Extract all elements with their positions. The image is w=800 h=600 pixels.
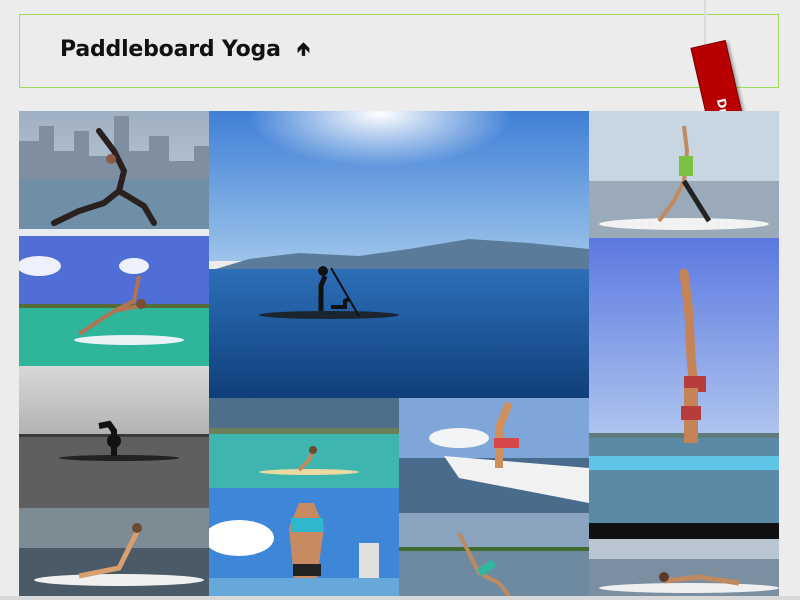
photo-wild-thing-shore[interactable] bbox=[399, 513, 589, 596]
gallery-header: Paddleboard Yoga 🡹 bbox=[19, 14, 779, 88]
photo-headstand-board[interactable] bbox=[589, 238, 779, 523]
photo-kneeling-lunge-arms-up[interactable] bbox=[589, 111, 779, 238]
photo-forearm-stand-dock[interactable] bbox=[399, 398, 589, 513]
photo-strip-dark bbox=[589, 523, 779, 539]
bottom-scroll-strip bbox=[0, 596, 800, 600]
photo-paddler-with-dog[interactable] bbox=[209, 111, 589, 398]
photo-bw-headstand[interactable] bbox=[19, 366, 209, 508]
photo-backbend-sky[interactable] bbox=[209, 488, 399, 596]
photo-seated-turquoise[interactable] bbox=[209, 398, 399, 488]
ribbon-string bbox=[704, 0, 706, 48]
photo-plank-board[interactable] bbox=[589, 539, 779, 596]
photo-side-plank-tropical[interactable] bbox=[19, 236, 209, 366]
photo-seated-pose-board[interactable] bbox=[19, 508, 209, 596]
photo-crescent-lunge-city[interactable] bbox=[19, 111, 209, 236]
page-title: Paddleboard Yoga bbox=[60, 37, 281, 62]
arrow-up-icon[interactable]: 🡹 bbox=[297, 37, 310, 67]
